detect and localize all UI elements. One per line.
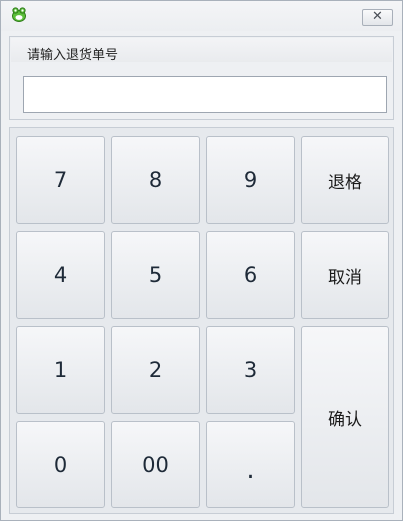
backspace-button[interactable]: 退格 [301,136,389,224]
title-bar: ✕ [1,1,402,31]
close-icon: ✕ [372,9,383,24]
dialog-window: ✕ 请输入退货单号 7 8 9 退格 4 5 6 取消 1 2 3 确认 0 0… [0,0,403,521]
close-button[interactable]: ✕ [362,9,393,26]
key-00[interactable]: 00 [111,421,200,508]
key-7[interactable]: 7 [16,136,105,224]
key-3[interactable]: 3 [206,326,295,414]
order-number-label: 请输入退货单号 [27,48,119,63]
key-decimal-point[interactable]: . [206,421,295,508]
key-8[interactable]: 8 [111,136,200,224]
order-number-input[interactable] [23,76,387,113]
key-9[interactable]: 9 [206,136,295,224]
frog-app-icon [10,5,28,23]
key-0[interactable]: 0 [16,421,105,508]
key-4[interactable]: 4 [16,231,105,319]
cancel-button[interactable]: 取消 [301,231,389,319]
confirm-button[interactable]: 确认 [301,326,389,508]
key-6[interactable]: 6 [206,231,295,319]
numeric-keypad: 7 8 9 退格 4 5 6 取消 1 2 3 确认 0 00 . [9,127,394,514]
key-1[interactable]: 1 [16,326,105,414]
key-2[interactable]: 2 [111,326,200,414]
input-label-bar: 请输入退货单号 [11,38,392,63]
order-number-panel: 请输入退货单号 [9,36,394,120]
key-5[interactable]: 5 [111,231,200,319]
